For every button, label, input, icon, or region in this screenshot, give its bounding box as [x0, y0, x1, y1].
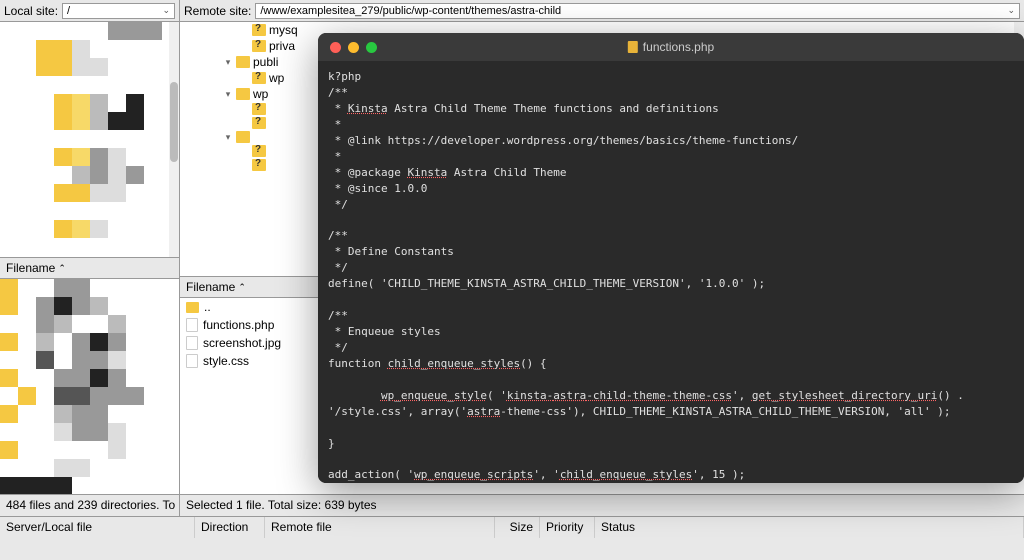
tree-item-label: wp	[253, 87, 268, 101]
editor-filename: functions.php	[643, 40, 714, 54]
tree-item-label: wp	[269, 71, 284, 85]
file-name: screenshot.jpg	[203, 336, 281, 350]
maximize-button[interactable]	[366, 42, 377, 53]
file-name: functions.php	[203, 318, 274, 332]
tree-toggle-icon[interactable]: ▾	[223, 89, 233, 100]
filename-label: Filename	[6, 261, 55, 275]
editor-titlebar[interactable]: functions.php	[318, 33, 1024, 61]
chevron-down-icon: ⌄	[1007, 5, 1015, 16]
editor-code[interactable]: k?php/** * Kinsta Astra Child Theme Them…	[318, 61, 1024, 483]
folder-icon	[236, 56, 250, 68]
local-tree[interactable]	[0, 22, 179, 257]
status-bar: 484 files and 239 directories. To Select…	[0, 494, 1024, 516]
local-status: 484 files and 239 directories. To	[0, 495, 180, 516]
remote-status: Selected 1 file. Total size: 639 bytes	[180, 495, 1024, 516]
tree-toggle-icon[interactable]: ▾	[223, 132, 233, 143]
col-status[interactable]: Status	[595, 517, 1024, 538]
local-site-value: /	[67, 5, 70, 17]
local-filename-header[interactable]: Filename ⌃	[0, 257, 179, 279]
minimize-button[interactable]	[348, 42, 359, 53]
folder-question-icon	[252, 72, 266, 84]
file-name: style.css	[203, 354, 249, 368]
top-bar: Local site: / ⌄ Remote site: /www/exampl…	[0, 0, 1024, 22]
file-icon	[186, 336, 198, 350]
chevron-down-icon: ⌄	[162, 5, 170, 16]
pixelated-local-tree	[0, 22, 179, 257]
folder-question-icon	[252, 103, 266, 115]
document-icon	[628, 41, 638, 53]
remote-site-value: /www/examplesitea_279/public/wp-content/…	[260, 5, 561, 17]
tree-toggle-icon[interactable]: ▾	[223, 57, 233, 68]
folder-icon	[236, 88, 250, 100]
sort-arrow-icon: ⌃	[58, 263, 66, 274]
filename-label: Filename	[186, 280, 235, 294]
local-site-label: Local site:	[4, 4, 58, 18]
col-remote[interactable]: Remote file	[265, 517, 495, 538]
folder-question-icon	[252, 159, 266, 171]
folder-question-icon	[252, 24, 266, 36]
remote-site-dropdown[interactable]: /www/examplesitea_279/public/wp-content/…	[255, 3, 1020, 19]
tree-item-label: publi	[253, 55, 278, 69]
remote-site-section: Remote site: /www/examplesitea_279/publi…	[180, 0, 1024, 21]
file-icon	[186, 354, 198, 368]
local-site-section: Local site: / ⌄	[0, 0, 180, 21]
sort-arrow-icon: ⌃	[238, 282, 246, 293]
local-panel: Filename ⌃	[0, 22, 180, 494]
parent-dir-label: ..	[204, 300, 211, 314]
col-size[interactable]: Size	[495, 517, 540, 538]
tree-item-label: priva	[269, 39, 295, 53]
folder-icon	[236, 131, 250, 143]
folder-question-icon	[252, 40, 266, 52]
close-button[interactable]	[330, 42, 341, 53]
scrollbar[interactable]	[169, 22, 179, 257]
remote-site-label: Remote site:	[184, 4, 251, 18]
col-direction[interactable]: Direction	[195, 517, 265, 538]
transfer-queue-header: Server/Local file Direction Remote file …	[0, 516, 1024, 538]
scrollbar-thumb[interactable]	[170, 82, 178, 162]
col-priority[interactable]: Priority	[540, 517, 595, 538]
pixelated-local-files	[0, 279, 179, 494]
folder-question-icon	[252, 117, 266, 129]
local-file-list[interactable]	[0, 279, 179, 494]
file-icon	[186, 318, 198, 332]
col-server[interactable]: Server/Local file	[0, 517, 195, 538]
editor-title: functions.php	[628, 40, 714, 54]
folder-question-icon	[252, 145, 266, 157]
tree-item-label: mysq	[269, 23, 298, 37]
traffic-lights	[330, 42, 377, 53]
local-site-dropdown[interactable]: / ⌄	[62, 3, 175, 19]
folder-icon	[186, 302, 199, 313]
editor-window[interactable]: functions.php k?php/** * Kinsta Astra Ch…	[318, 33, 1024, 483]
